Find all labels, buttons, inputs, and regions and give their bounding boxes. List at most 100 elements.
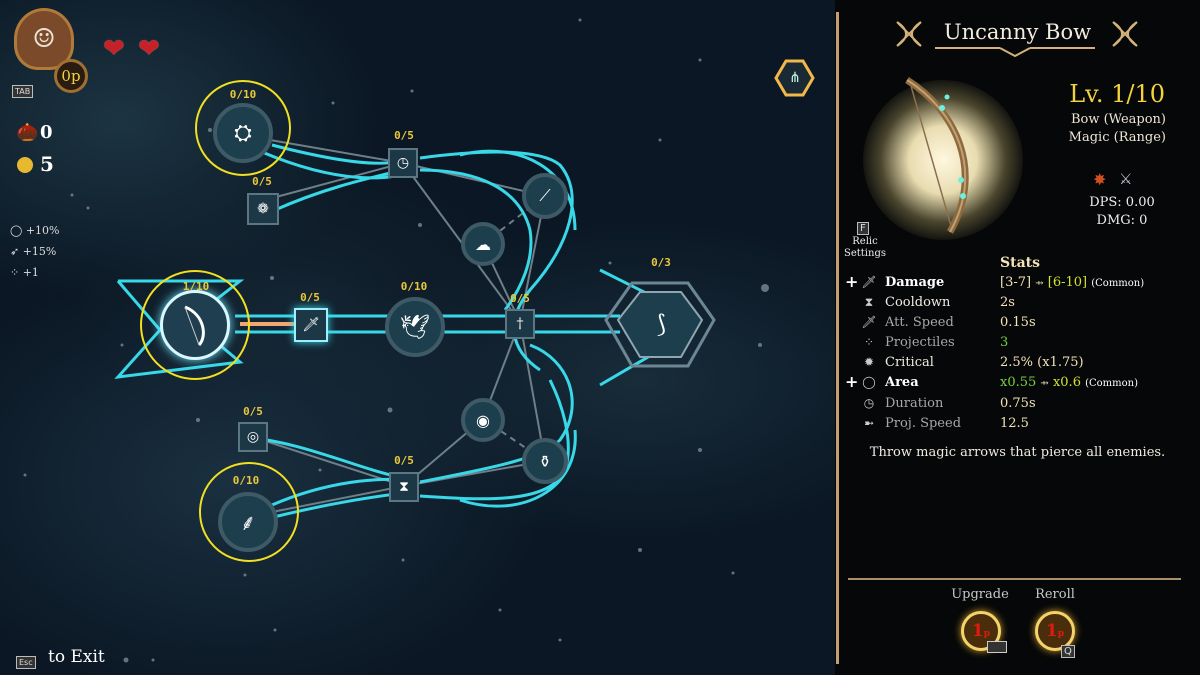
stat-name: Cooldown [885, 295, 951, 310]
duration-icon: ◷ [863, 396, 875, 410]
skill-node-potion[interactable]: ⚱ [522, 438, 568, 484]
clock-icon: ◷ [396, 155, 410, 171]
buff-row: ➶ +15% [10, 245, 56, 258]
skill-node-top-eggs[interactable]: ❁ [247, 193, 279, 225]
att-speed-icon: 🗡 [861, 315, 877, 329]
bottom-big-progress: 0/10 [232, 474, 260, 487]
stat-rarity: (Common) [1091, 278, 1145, 289]
skill-node-root-bow[interactable] [160, 290, 230, 360]
dps-readout: DPS: 0.00 [1089, 195, 1155, 210]
skill-node-sword[interactable]: † [505, 309, 535, 339]
plus-icon: + [845, 272, 859, 291]
item-type: Bow (Weapon) [1070, 112, 1166, 127]
cooldown-icon: ⧗ [864, 295, 874, 309]
skill-node-ring[interactable]: ◎ [238, 422, 268, 452]
damage-icon: 🗡 [861, 275, 877, 289]
stat-current: x0.55 [1000, 375, 1037, 390]
feather-icon: ⸙ [239, 511, 257, 536]
ring-progress: 0/5 [243, 405, 263, 418]
bow-icon [184, 305, 205, 347]
panel-border [836, 12, 839, 664]
ring-icon: ◎ [246, 429, 260, 445]
arrow-icon: ⇸ [1035, 278, 1044, 289]
upgrade-label: Upgrade [951, 587, 1009, 602]
cost-unit: p [983, 629, 991, 639]
stat-upgrade: x0.6 [1052, 375, 1081, 390]
stat-row-duration: ◷ Duration 0.75s [835, 396, 1200, 416]
stat-value: 0.75s [1000, 396, 1036, 411]
stat-row-cooldown: ⧗ Cooldown 2s [835, 295, 1200, 315]
stat-value: x0.55 ⇸ x0.6 (Common) [1000, 375, 1138, 390]
skill-node-hourglass[interactable]: ⧗ [389, 472, 419, 502]
buff-row: ◯ +10% [10, 224, 59, 237]
q-key-icon: Q [1061, 639, 1075, 658]
stat-rarity: (Common) [1085, 378, 1139, 389]
arrow-icon: ⇸ [1040, 378, 1049, 389]
eggs-icon: ❁ [257, 201, 269, 217]
buff-value: +10% [25, 224, 60, 237]
heart-icon: ❤ [103, 34, 125, 64]
stat-value: 12.5 [1000, 416, 1029, 431]
seed-icon: 🌰 [16, 122, 39, 143]
reroll-cost: 1 [1045, 621, 1058, 641]
skill-node-eagle[interactable]: 🕊 [385, 297, 445, 357]
area-ring-icon: ◯ [10, 224, 23, 237]
skill-node-quiver[interactable]: ⟋ [522, 173, 568, 219]
relic-label: Relic [852, 236, 878, 247]
item-level: Lv. 1/10 [1069, 80, 1165, 108]
trident-icon: ⋔ [789, 70, 801, 86]
heart-icon: ❤ [138, 34, 160, 64]
speed-boot-icon: ➶ [10, 245, 20, 258]
stat-current: [3-7] [1000, 275, 1032, 290]
stat-value: 0.15s [1000, 315, 1036, 330]
stats-title: Stats [1000, 255, 1040, 271]
stat-name: Damage [885, 275, 945, 290]
coins-count: 5 [40, 152, 54, 176]
exit-key-label: Esc [16, 656, 36, 669]
skill-node-top-lantern[interactable]: ⛭ [213, 103, 273, 163]
top-small-progress: 0/5 [252, 175, 272, 188]
stat-upgrade: [6-10] [1047, 275, 1088, 290]
space-key-icon [987, 641, 1007, 653]
stat-name: Projectiles [885, 335, 955, 350]
weapon-swap-button[interactable]: ⋔ [778, 64, 812, 92]
seeds-count: 0 [40, 122, 53, 143]
item-detail-panel: Uncanny Bow Lv. 1/10 Bow (Weapon) Magic … [835, 0, 1200, 675]
eye-target-icon: ◉ [476, 410, 490, 430]
evolved-bow-icon: ⟆ [656, 310, 666, 338]
stat-row-damage: + 🗡 Damage [3-7] ⇸ [6-10] (Common) [835, 272, 1200, 295]
lantern-icon: ⛭ [234, 120, 252, 146]
divider [848, 578, 1181, 580]
skill-node-top-clock[interactable]: ◷ [388, 148, 418, 178]
stat-value: 2s [1000, 295, 1015, 310]
stat-name: Proj. Speed [885, 416, 962, 431]
cost-unit: p [1057, 629, 1065, 639]
melee-sword-icon: ⚔ [1119, 170, 1133, 188]
tab-key[interactable]: TAB [12, 79, 34, 98]
projectiles-icon: ⁘ [863, 335, 875, 349]
stat-row-proj-speed: ➼ Proj. Speed 12.5 [835, 416, 1200, 436]
buff-row: ⁘ +1 [10, 266, 39, 279]
sword-progress: 0/5 [510, 292, 530, 305]
evolution-progress: 0/3 [651, 256, 671, 269]
projectiles-icon: ⁘ [10, 266, 20, 279]
hourglass-icon: ⧗ [399, 479, 409, 495]
skill-node-eye[interactable]: ◉ [461, 398, 505, 442]
tab-key-label: TAB [12, 85, 34, 98]
eagle-progress: 0/10 [400, 280, 428, 293]
stat-value: 3 [1000, 335, 1009, 350]
dmg-readout: DMG: 0 [1096, 213, 1148, 228]
upgrade-cost: 1 [971, 621, 984, 641]
stat-name: Area [885, 375, 919, 390]
skill-node-attack-speed[interactable]: 🗡 [294, 308, 328, 342]
exit-key[interactable]: Esc [16, 650, 36, 669]
quiver-icon: ⟋ [539, 186, 551, 205]
relic-settings-label[interactable]: Relic Settings [841, 236, 889, 260]
relic-settings-button[interactable]: F [857, 216, 869, 235]
proj-speed-icon: ➼ [863, 416, 875, 430]
skill-node-evolution[interactable]: ⟆ [640, 292, 682, 356]
skill-node-feather[interactable]: ⸙ [218, 492, 278, 552]
skill-node-ghost[interactable]: ☁ [461, 222, 505, 266]
hourglass-progress: 0/5 [394, 454, 414, 467]
critical-icon: ✹ [863, 355, 875, 369]
